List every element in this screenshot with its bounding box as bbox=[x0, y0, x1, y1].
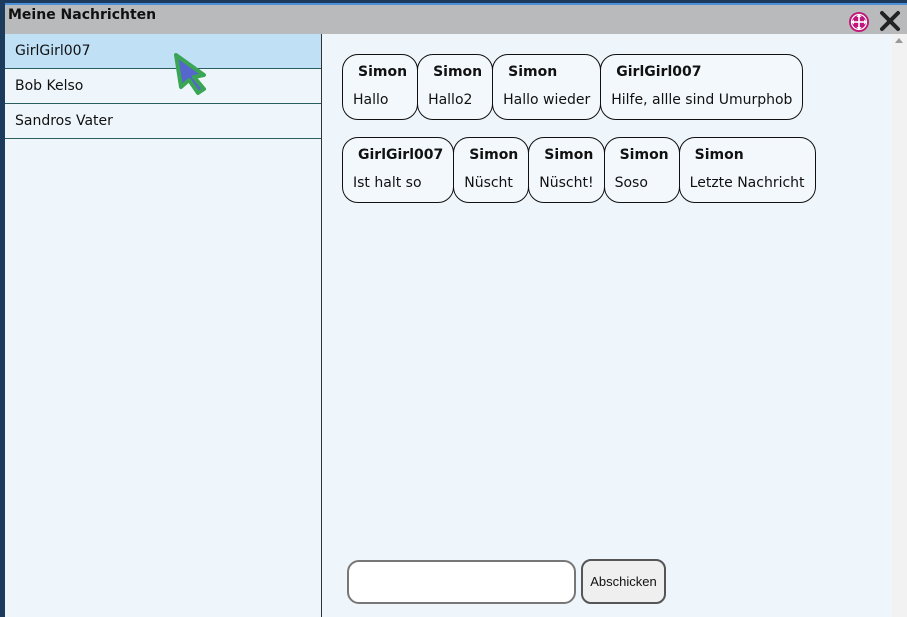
message-text: Ist halt so bbox=[353, 175, 422, 191]
message-sender: Simon bbox=[619, 147, 669, 163]
move-icon[interactable] bbox=[848, 11, 870, 33]
message-row: Simon Hallo Simon Hallo2 Simon Hallo wie… bbox=[342, 54, 804, 120]
message-text: Nüscht bbox=[464, 175, 513, 191]
send-button[interactable]: Abschicken bbox=[581, 559, 666, 604]
message-sender: GirlGirl007 bbox=[616, 64, 702, 80]
chat-area: Simon Hallo Simon Hallo2 Simon Hallo wie… bbox=[322, 34, 892, 617]
message-sender: GirlGirl007 bbox=[358, 147, 444, 163]
message-bubble: Simon Soso bbox=[603, 137, 680, 203]
scroll-up-arrow-icon[interactable] bbox=[895, 38, 903, 43]
message-bubble: Simon Hallo2 bbox=[417, 54, 494, 120]
message-bubble: GirlGirl007 Hilfe, allle sind Umurphob bbox=[600, 54, 804, 120]
message-sender: Simon bbox=[433, 64, 483, 80]
window-title: Meine Nachrichten bbox=[8, 7, 157, 23]
message-text: Hallo bbox=[353, 92, 389, 108]
contact-item-girlgirl007[interactable]: GirlGirl007 bbox=[5, 34, 321, 69]
mouse-cursor-icon bbox=[174, 53, 206, 95]
message-bubble: Simon Nüscht bbox=[453, 137, 530, 203]
messages-window: Meine Nachrichten GirlGirl007 Bob Kelso … bbox=[5, 3, 907, 617]
titlebar[interactable]: Meine Nachrichten bbox=[5, 3, 907, 34]
message-bubble: Simon Hallo wieder bbox=[492, 54, 602, 120]
message-text: Soso bbox=[614, 175, 648, 191]
message-text: Hallo wieder bbox=[503, 92, 591, 108]
message-bubble: Simon Letzte Nachricht bbox=[678, 137, 816, 203]
message-bubble: Simon Nüscht! bbox=[528, 137, 605, 203]
message-bubble: Simon Hallo bbox=[342, 54, 419, 120]
message-text: Letzte Nachricht bbox=[689, 175, 805, 191]
close-icon[interactable] bbox=[879, 10, 901, 32]
message-text: Hallo2 bbox=[428, 92, 473, 108]
message-row: GirlGirl007 Ist halt so Simon Nüscht Sim… bbox=[342, 137, 816, 203]
contact-name: Bob Kelso bbox=[15, 78, 84, 94]
message-bubble: GirlGirl007 Ist halt so bbox=[342, 137, 455, 203]
contact-list: GirlGirl007 Bob Kelso Sandros Vater bbox=[5, 34, 322, 617]
message-sender: Simon bbox=[358, 64, 408, 80]
message-text: Nüscht! bbox=[539, 175, 594, 191]
message-sender: Simon bbox=[694, 147, 744, 163]
contact-name: GirlGirl007 bbox=[15, 43, 91, 59]
message-sender: Simon bbox=[469, 147, 519, 163]
message-input[interactable] bbox=[347, 560, 576, 604]
contact-item-sandros-vater[interactable]: Sandros Vater bbox=[5, 104, 321, 139]
message-text: Hilfe, allle sind Umurphob bbox=[611, 92, 793, 108]
chat-scrollbar[interactable] bbox=[892, 34, 907, 617]
message-sender: Simon bbox=[544, 147, 594, 163]
contact-item-bob-kelso[interactable]: Bob Kelso bbox=[5, 69, 321, 104]
message-sender: Simon bbox=[508, 64, 558, 80]
contact-name: Sandros Vater bbox=[15, 113, 113, 129]
